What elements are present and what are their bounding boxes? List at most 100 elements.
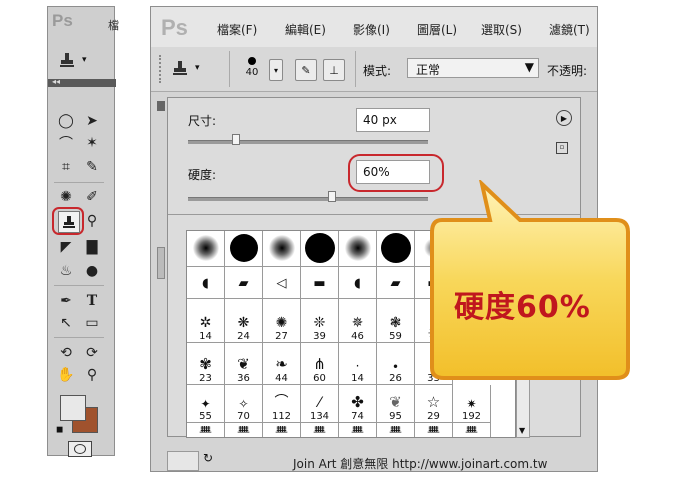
- history-brush-icon[interactable]: ⚲: [82, 211, 102, 231]
- brush-preset[interactable]: ✷ 192: [453, 385, 491, 423]
- menu-select[interactable]: 選取(S): [481, 21, 522, 38]
- menu-layer[interactable]: 圖層(L): [417, 21, 457, 38]
- brush-size-label: 26: [389, 373, 402, 384]
- mode-select[interactable]: 正常 ▼: [407, 58, 539, 78]
- brush-preset[interactable]: ◖: [339, 267, 377, 299]
- tool-preset-picker[interactable]: ▾: [58, 49, 102, 71]
- healing-brush-icon[interactable]: ✺: [56, 187, 76, 207]
- brush-preset[interactable]: ❃ 59: [377, 299, 415, 343]
- brush-preset[interactable]: ✵ 46: [339, 299, 377, 343]
- blur-icon[interactable]: ♨: [56, 261, 76, 281]
- brush-preset[interactable]: [301, 231, 339, 267]
- move-tool-icon[interactable]: ➤: [82, 111, 102, 131]
- 3d-rotate-icon[interactable]: ⟲: [56, 343, 76, 363]
- panel-dock-tab[interactable]: [157, 247, 165, 279]
- brush-preset[interactable]: ❧ 44: [263, 343, 301, 385]
- brush-preset[interactable]: ✾ 23: [187, 343, 225, 385]
- path-selection-icon[interactable]: ↖: [56, 313, 76, 333]
- brush-preset[interactable]: ❋ 24: [225, 299, 263, 343]
- brush-size-label: 36: [237, 373, 250, 384]
- menu-filter[interactable]: 濾鏡(T): [549, 21, 590, 38]
- toolbox-collapse-bar[interactable]: ◂◂: [48, 77, 116, 87]
- magic-wand-icon[interactable]: ✶: [82, 133, 102, 153]
- brush-preset[interactable]: [225, 231, 263, 267]
- size-input[interactable]: 40 px: [356, 108, 430, 132]
- brush-preset[interactable]: ⌒ 112: [263, 385, 301, 423]
- size-slider-thumb[interactable]: [232, 134, 240, 145]
- brush-preset[interactable]: ❦ 36: [225, 343, 263, 385]
- brush-preset[interactable]: ❊ 39: [301, 299, 339, 343]
- hand-tool-icon[interactable]: ✋: [56, 365, 76, 385]
- rectangle-shape-icon[interactable]: ▭: [82, 313, 102, 333]
- quick-mask-button[interactable]: [68, 441, 92, 457]
- brush-preset[interactable]: ◁: [263, 267, 301, 299]
- brush-preset[interactable]: ▬: [301, 267, 339, 299]
- brush-preset[interactable]: ✺ 27: [263, 299, 301, 343]
- elliptical-marquee-icon[interactable]: ◯: [56, 111, 76, 131]
- panel-menu-button[interactable]: ▶: [556, 110, 572, 126]
- brush-preset[interactable]: ⋔ 60: [301, 343, 339, 385]
- hardness-slider-track[interactable]: [188, 197, 428, 201]
- menu-edit[interactable]: 編輯(E): [285, 21, 326, 38]
- brush-icon[interactable]: ✐: [82, 187, 102, 207]
- default-colors-icon[interactable]: ◼: [56, 425, 63, 435]
- brush-tip-icon: [248, 57, 256, 65]
- scroll-down-icon: ▼: [519, 426, 526, 435]
- brush-picker-dropdown[interactable]: ▾: [269, 59, 283, 81]
- eraser-icon[interactable]: ◤: [56, 237, 76, 257]
- brush-preset[interactable]: ᚙ: [453, 423, 491, 437]
- dodge-icon[interactable]: ●: [82, 261, 102, 281]
- brush-preset[interactable]: ✧ 70: [225, 385, 263, 423]
- brush-preset[interactable]: ☆ 29: [415, 385, 453, 423]
- leaf-brush-icon: ✾: [199, 355, 212, 373]
- brush-preset[interactable]: ▰: [225, 267, 263, 299]
- pen-icon[interactable]: ✒: [56, 291, 76, 311]
- brush-preset[interactable]: ⁄ 134: [301, 385, 339, 423]
- rotate-view-icon[interactable]: ↻: [203, 451, 213, 465]
- brush-preset[interactable]: ᚙ: [301, 423, 339, 437]
- type-tool-icon[interactable]: T: [82, 291, 102, 311]
- brush-preset[interactable]: ✦ 55: [187, 385, 225, 423]
- brush-preset[interactable]: [263, 231, 301, 267]
- soft-round-tip-icon: [344, 235, 371, 261]
- pressure-tip-icon: ◖: [202, 276, 209, 291]
- brush-preset[interactable]: ᚙ: [339, 423, 377, 437]
- menu-file[interactable]: 檔案(F): [217, 21, 257, 38]
- size-slider-track[interactable]: [188, 140, 428, 144]
- menu-image[interactable]: 影像(I): [353, 21, 390, 38]
- brush-preset[interactable]: ᚙ: [263, 423, 301, 438]
- brush-preset[interactable]: [187, 231, 225, 267]
- brush-preset[interactable]: ᚙ: [415, 423, 453, 437]
- foreground-color-swatch[interactable]: [60, 395, 86, 421]
- brush-preset[interactable]: ✤ 74: [339, 385, 377, 423]
- brush-preset[interactable]: [339, 231, 377, 267]
- crop-icon[interactable]: ⌗: [56, 157, 76, 177]
- tool-preset-button[interactable]: ▾: [171, 59, 200, 77]
- lasso-icon[interactable]: ⌒: [56, 133, 76, 153]
- hardness-slider-thumb[interactable]: [328, 191, 336, 202]
- grass-brush-icon: ᚙ: [275, 427, 288, 438]
- new-preset-icon[interactable]: ▫: [556, 142, 568, 154]
- panel-dock-grip[interactable]: [157, 101, 165, 111]
- 3d-orbit-icon[interactable]: ⟳: [82, 343, 102, 363]
- brush-size-label: 46: [351, 331, 364, 342]
- status-box: [167, 451, 199, 471]
- clone-stamp-tool-icon[interactable]: [58, 211, 80, 233]
- brush-panel-toggle[interactable]: ✎: [295, 59, 317, 81]
- brush-preset[interactable]: ✲ 14: [187, 299, 225, 343]
- brush-preset[interactable]: ◖: [187, 267, 225, 299]
- brush-preset[interactable]: ᚙ: [377, 423, 415, 437]
- clone-source-toggle[interactable]: ⊥: [323, 59, 345, 81]
- brush-preset[interactable]: ▰: [377, 267, 415, 299]
- brush-preset[interactable]: [377, 231, 415, 267]
- brush-preset[interactable]: ❦ 95: [377, 385, 415, 423]
- brush-preset[interactable]: ∙ 26: [377, 343, 415, 385]
- gradient-icon[interactable]: ▇: [82, 237, 102, 257]
- brush-preset[interactable]: ᚙ: [225, 423, 263, 437]
- brush-preset[interactable]: · 14: [339, 343, 377, 385]
- brush-preset-picker[interactable]: 40: [239, 53, 265, 85]
- footer-credit: Join Art 創意無限 http://www.joinart.com.tw: [293, 457, 548, 471]
- brush-preset[interactable]: ᚙ: [187, 423, 225, 437]
- eyedropper-icon[interactable]: ✎: [82, 157, 102, 177]
- zoom-tool-icon[interactable]: ⚲: [82, 365, 102, 385]
